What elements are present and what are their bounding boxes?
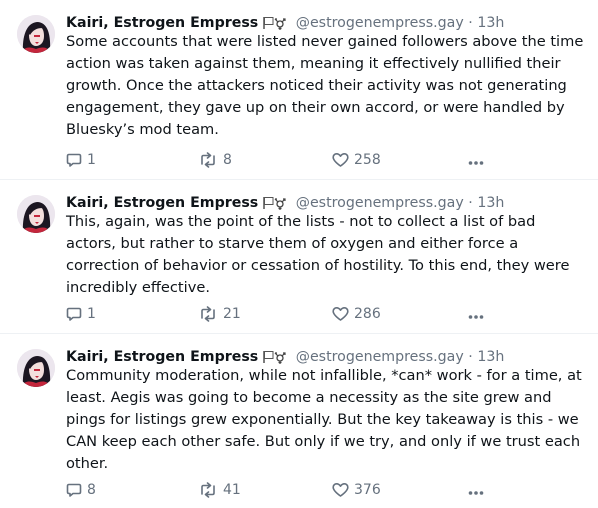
avatar-image: [17, 349, 55, 387]
author-handle[interactable]: @estrogenempress.gay: [296, 195, 464, 211]
reply-count: 1: [87, 306, 96, 322]
more-options-button[interactable]: [468, 150, 484, 170]
reply-button[interactable]: 1: [66, 304, 96, 324]
heart-outline-icon: [332, 152, 354, 168]
ellipsis-icon: [468, 481, 484, 500]
separator-dot: ·: [468, 15, 473, 31]
author-name[interactable]: Kairi, Estrogen Empress: [66, 349, 258, 365]
post-text: This, again, was the point of the lists …: [66, 211, 591, 299]
avatar-image: [17, 15, 55, 53]
repost-arrows-icon: [198, 152, 223, 168]
avatar[interactable]: [17, 349, 55, 387]
like-button[interactable]: 286: [332, 304, 381, 324]
post-actions: 1 8 258: [66, 150, 486, 170]
like-count: 258: [354, 152, 381, 168]
reply-button[interactable]: 1: [66, 150, 96, 170]
repost-arrows-icon: [198, 306, 223, 322]
post-text-line: incredibly effective.: [66, 279, 210, 296]
more-options-button[interactable]: [468, 304, 484, 324]
more-options-button[interactable]: [468, 480, 484, 500]
repost-button[interactable]: 41: [198, 480, 241, 500]
speech-bubble-icon: [66, 306, 87, 322]
reply-count: 1: [87, 152, 96, 168]
ellipsis-icon: [468, 305, 484, 324]
speech-bubble-icon: [66, 482, 87, 498]
repost-arrows-icon: [198, 482, 223, 498]
like-button[interactable]: 258: [332, 150, 381, 170]
post-text-line: other.: [66, 455, 109, 472]
author-name[interactable]: Kairi, Estrogen Empress: [66, 195, 258, 211]
repost-count: 41: [223, 482, 241, 498]
author-name[interactable]: Kairi, Estrogen Empress: [66, 15, 258, 31]
post-text-line: growth. Once the attackers noticed their…: [66, 77, 567, 94]
post-actions: 8 41 376: [66, 480, 486, 500]
heart-outline-icon: [332, 306, 354, 322]
post-text: Some accounts that were listed never gai…: [66, 31, 591, 141]
post-text: Community moderation, while not infallib…: [66, 365, 591, 475]
like-count: 286: [354, 306, 381, 322]
repost-count: 8: [223, 152, 232, 168]
post-text-line: Some accounts that were listed never gai…: [66, 33, 584, 50]
separator-dot: ·: [468, 349, 473, 365]
post-text-line: least. Aegis was going to become a neces…: [66, 389, 552, 406]
post-text-line: engagement, they gave up on their own ac…: [66, 99, 565, 116]
post-text-line: actors, but rather to starve them of oxy…: [66, 235, 519, 252]
repost-button[interactable]: 21: [198, 304, 241, 324]
post-timestamp[interactable]: 13h: [477, 349, 504, 365]
post-divider: [0, 333, 598, 334]
separator-dot: ·: [468, 195, 473, 211]
like-count: 376: [354, 482, 381, 498]
author-handle[interactable]: @estrogenempress.gay: [296, 349, 464, 365]
like-button[interactable]: 376: [332, 480, 381, 500]
post-divider: [0, 179, 598, 180]
speech-bubble-icon: [66, 152, 87, 168]
avatar[interactable]: [17, 195, 55, 233]
author-handle[interactable]: @estrogenempress.gay: [296, 15, 464, 31]
ellipsis-icon: [468, 151, 484, 170]
post-timestamp[interactable]: 13h: [477, 195, 504, 211]
reply-count: 8: [87, 482, 96, 498]
repost-button[interactable]: 8: [198, 150, 232, 170]
repost-count: 21: [223, 306, 241, 322]
post-actions: 1 21 286: [66, 304, 486, 324]
post-text-line: action was taken against them, meaning i…: [66, 55, 561, 72]
post-text-line: correction of behavior or cessation of h…: [66, 257, 570, 274]
post-text-line: This, again, was the point of the lists …: [66, 213, 536, 230]
avatar-image: [17, 195, 55, 233]
reply-button[interactable]: 8: [66, 480, 96, 500]
post-timestamp[interactable]: 13h: [477, 15, 504, 31]
heart-outline-icon: [332, 482, 354, 498]
post-text-line: CAN keep each other safe. But only if we…: [66, 433, 581, 450]
post-text-line: Community moderation, while not infallib…: [66, 367, 582, 384]
post-text-line: pings for listings grew exponentially. B…: [66, 411, 579, 428]
avatar[interactable]: [17, 15, 55, 53]
post-text-line: Bluesky’s mod team.: [66, 121, 219, 138]
